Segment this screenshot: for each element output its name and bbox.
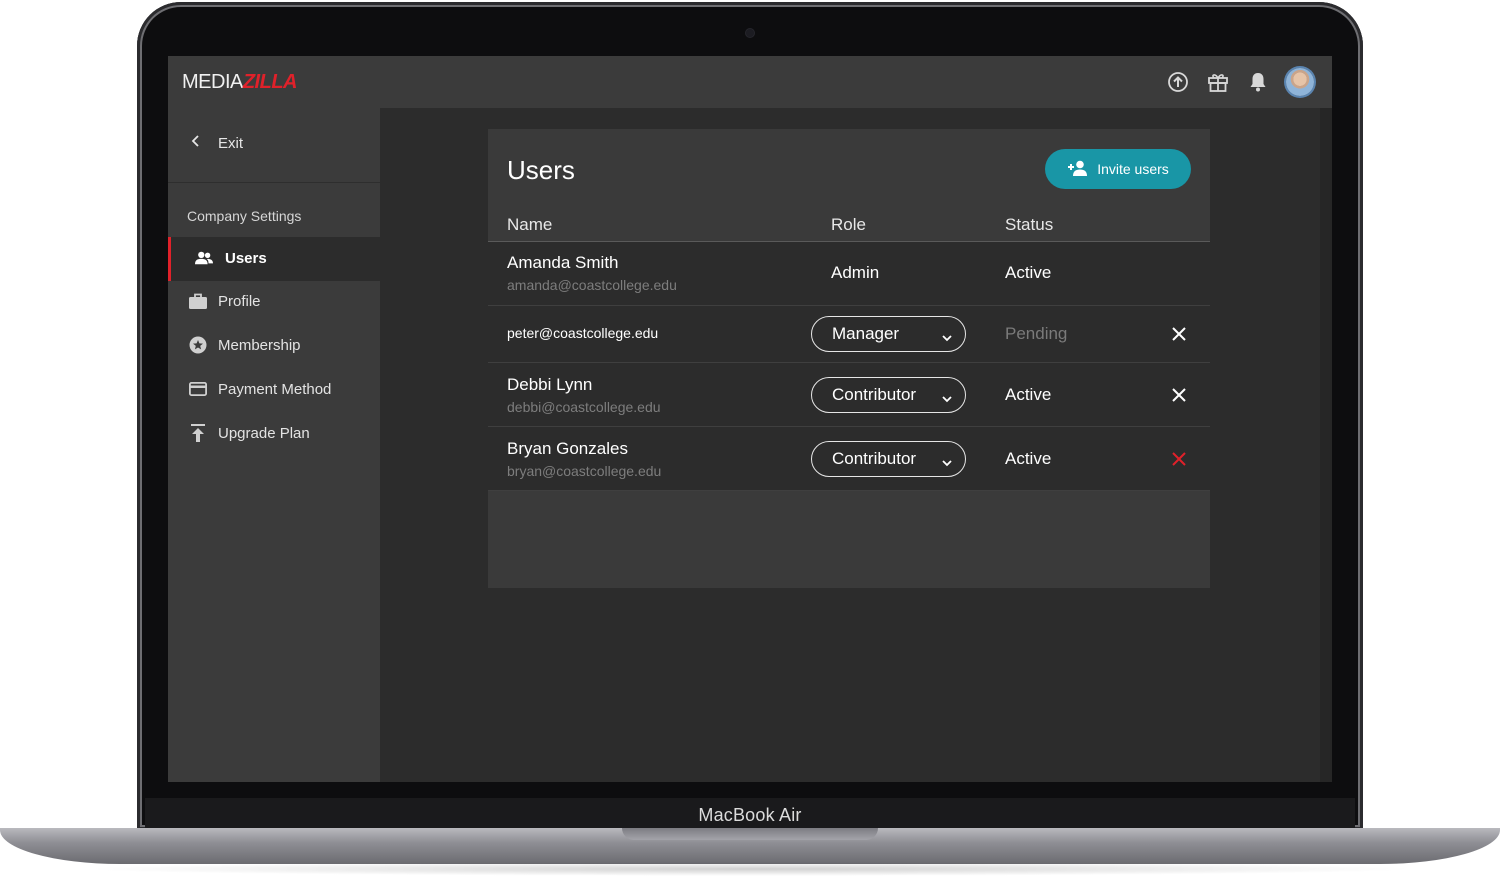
user-name: Bryan Gonzales	[507, 439, 628, 458]
sidebar-item-payment-method[interactable]: Payment Method	[168, 368, 380, 412]
table-row: Debbi Lynn debbi@coastcollege.edu Contri…	[488, 363, 1210, 427]
chevron-down-icon	[941, 389, 953, 409]
table-row: Bryan Gonzales bryan@coastcollege.edu Co…	[488, 427, 1210, 491]
sidebar-item-label: Payment Method	[218, 381, 332, 398]
user-status: Active	[1005, 449, 1052, 468]
role-select[interactable]: Manager	[811, 316, 966, 352]
close-icon	[1172, 327, 1186, 341]
user-role: Admin	[831, 263, 880, 282]
user-email: bryan@coastcollege.edu	[507, 463, 662, 479]
sidebar-item-label: Profile	[218, 293, 261, 310]
logo-part-zilla: ZILLA	[242, 71, 298, 93]
page-title: Users	[507, 155, 575, 185]
scrollbar[interactable]	[1320, 108, 1332, 782]
invite-users-button[interactable]: Invite users	[1045, 149, 1191, 189]
role-select[interactable]: Contributor	[811, 441, 966, 477]
chevron-down-icon	[941, 453, 953, 473]
table-row: Amanda Smith amanda@coastcollege.edu Adm…	[488, 242, 1210, 306]
role-select[interactable]: Contributor	[811, 377, 966, 413]
gift-icon[interactable]	[1206, 70, 1230, 94]
bell-icon[interactable]	[1246, 70, 1270, 94]
sidebar-item-label: Upgrade Plan	[218, 425, 310, 442]
exit-label: Exit	[218, 135, 244, 152]
sidebar-item-membership[interactable]: Membership	[168, 324, 380, 368]
top-bar: MEDIAZILLA	[168, 56, 1332, 108]
user-email: peter@coastcollege.edu	[507, 325, 659, 341]
chevron-down-icon	[941, 328, 953, 348]
user-email: amanda@coastcollege.edu	[507, 277, 677, 293]
exit-button[interactable]: Exit	[168, 108, 380, 183]
user-status: Pending	[1005, 324, 1068, 343]
camera	[746, 29, 754, 37]
credit-card-icon	[189, 380, 207, 398]
add-user-icon	[1067, 160, 1089, 179]
laptop-shadow	[80, 862, 1420, 876]
sidebar-item-users[interactable]: Users	[168, 237, 380, 281]
app-screen: MEDIAZILLA Exit Company Settings Users P…	[168, 56, 1332, 782]
section-title: Company Settings	[187, 208, 302, 224]
remove-user-button[interactable]	[1170, 450, 1188, 468]
remove-user-button[interactable]	[1170, 386, 1188, 404]
settings-sidebar: Exit Company Settings Users Profile Memb…	[168, 108, 380, 782]
sidebar-item-upgrade-plan[interactable]: Upgrade Plan	[168, 412, 380, 456]
user-email: debbi@coastcollege.edu	[507, 399, 661, 415]
role-select-value: Contributor	[832, 385, 917, 404]
sidebar-item-label: Membership	[218, 337, 301, 354]
close-icon	[1172, 452, 1186, 466]
column-header-name: Name	[507, 215, 553, 234]
briefcase-icon	[189, 292, 207, 310]
column-header-role: Role	[831, 215, 866, 234]
upgrade-arrow-icon	[189, 424, 207, 442]
invite-users-label: Invite users	[1097, 161, 1169, 177]
device-label: MacBook Air	[698, 805, 802, 825]
sidebar-item-profile[interactable]: Profile	[168, 280, 380, 324]
users-icon	[195, 249, 213, 267]
sidebar-item-label: Users	[225, 250, 267, 267]
chevron-left-icon	[190, 134, 202, 153]
users-card: Users Invite users Name Role Status Aman…	[488, 129, 1210, 588]
role-select-value: Contributor	[832, 449, 917, 468]
user-name: Debbi Lynn	[507, 375, 593, 394]
upload-circle-icon[interactable]	[1166, 70, 1190, 94]
mediazilla-logo[interactable]: MEDIAZILLA	[182, 70, 298, 94]
user-name: Amanda Smith	[507, 253, 619, 272]
user-avatar[interactable]	[1286, 68, 1314, 96]
top-actions	[1166, 68, 1314, 96]
laptop-notch	[622, 828, 878, 840]
table-header: Name Role Status	[488, 207, 1210, 243]
logo-part-media: MEDIA	[182, 71, 243, 93]
column-header-status: Status	[1005, 215, 1054, 234]
role-select-value: Manager	[832, 324, 900, 343]
star-circle-icon	[189, 336, 207, 354]
table-row: peter@coastcollege.edu Manager Pending	[488, 306, 1210, 363]
remove-user-button[interactable]	[1170, 325, 1188, 343]
user-status: Active	[1005, 385, 1052, 404]
close-icon	[1172, 388, 1186, 402]
user-status: Active	[1005, 263, 1052, 282]
